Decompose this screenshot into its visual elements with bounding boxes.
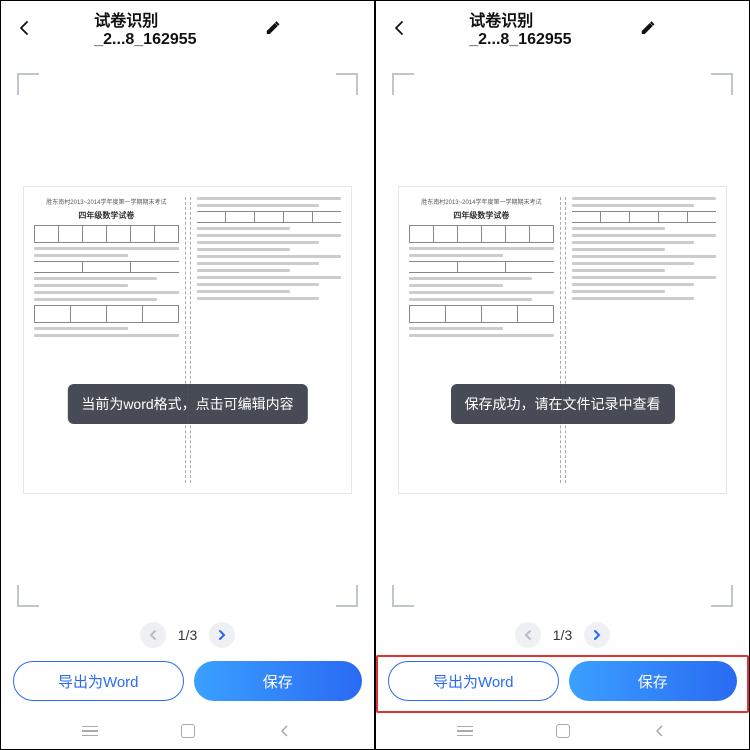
doc-header-small: 胜东南村2013~2014学年度第一学期期末考试 — [34, 197, 178, 206]
header: 试卷识别_2...8_162955 — [376, 1, 749, 55]
home-icon[interactable] — [554, 722, 572, 740]
export-word-button[interactable]: 导出为Word — [13, 661, 184, 701]
crop-corner-bl — [392, 585, 414, 607]
toast-message: 保存成功，请在文件记录中查看 — [451, 384, 675, 424]
action-bar: 导出为Word 保存 — [376, 655, 749, 713]
title-text: 试卷识别_2...8_162955 — [94, 7, 259, 49]
save-button[interactable]: 保存 — [569, 661, 738, 701]
next-page-button[interactable] — [584, 622, 610, 648]
document-preview[interactable]: 胜东南村2013~2014学年度第一学期期末考试 四年级数学试卷 — [9, 65, 366, 615]
doc-title: 四年级数学试卷 — [409, 210, 553, 221]
screen-left: 试卷识别_2...8_162955 胜东南村2013~2014学年度第一学期期末… — [0, 0, 375, 750]
next-page-button[interactable] — [209, 622, 235, 648]
crop-corner-tr — [711, 73, 733, 95]
crop-corner-tl — [17, 73, 39, 95]
back-button[interactable] — [388, 16, 412, 40]
scanned-document: 胜东南村2013~2014学年度第一学期期末考试 四年级数学试卷 — [398, 186, 726, 494]
page-indicator: 1/3 — [553, 627, 572, 643]
crop-corner-br — [336, 585, 358, 607]
crop-corner-br — [711, 585, 733, 607]
header: 试卷识别_2...8_162955 — [1, 1, 374, 55]
back-icon[interactable] — [651, 722, 669, 740]
action-bar: 导出为Word 保存 — [1, 655, 374, 713]
export-word-button[interactable]: 导出为Word — [388, 661, 559, 701]
recents-icon[interactable] — [456, 722, 474, 740]
prev-page-button[interactable] — [515, 622, 541, 648]
home-icon[interactable] — [179, 722, 197, 740]
screen-right: 试卷识别_2...8_162955 胜东南村2013~2014学年度第一学期期末… — [375, 0, 750, 750]
page-title: 试卷识别_2...8_162955 — [94, 7, 281, 49]
crop-corner-tr — [336, 73, 358, 95]
crop-corner-tl — [392, 73, 414, 95]
edit-icon[interactable] — [640, 20, 656, 36]
crop-corner-bl — [17, 585, 39, 607]
pager: 1/3 — [376, 615, 749, 655]
toast-message: 当前为word格式，点击可编辑内容 — [67, 384, 307, 424]
page-title: 试卷识别_2...8_162955 — [469, 7, 656, 49]
page-indicator: 1/3 — [178, 627, 197, 643]
recents-icon[interactable] — [81, 722, 99, 740]
doc-header-small: 胜东南村2013~2014学年度第一学期期末考试 — [409, 197, 553, 206]
system-nav-bar — [1, 713, 374, 749]
save-button[interactable]: 保存 — [194, 661, 363, 701]
doc-title: 四年级数学试卷 — [34, 210, 178, 221]
prev-page-button[interactable] — [140, 622, 166, 648]
edit-icon[interactable] — [265, 20, 281, 36]
back-button[interactable] — [13, 16, 37, 40]
title-text: 试卷识别_2...8_162955 — [469, 7, 634, 49]
pager: 1/3 — [1, 615, 374, 655]
scanned-document: 胜东南村2013~2014学年度第一学期期末考试 四年级数学试卷 — [23, 186, 351, 494]
back-icon[interactable] — [276, 722, 294, 740]
system-nav-bar — [376, 713, 749, 749]
document-preview[interactable]: 胜东南村2013~2014学年度第一学期期末考试 四年级数学试卷 — [384, 65, 741, 615]
